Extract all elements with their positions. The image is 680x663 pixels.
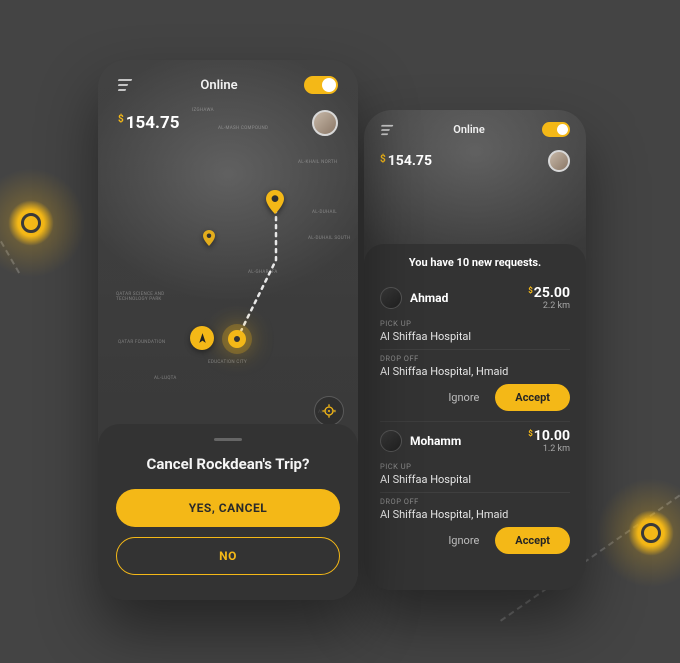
ignore-button[interactable]: Ignore — [448, 534, 479, 547]
decorative-orb — [8, 200, 54, 246]
pickup-label: PICK UP — [380, 319, 570, 328]
request-price: $ 25.00 — [528, 285, 570, 301]
online-status: Online — [453, 123, 485, 136]
request-distance: 1.2 km — [528, 444, 570, 454]
balance-amount: $ 154.75 — [380, 153, 432, 169]
price-value: 10.00 — [534, 428, 570, 444]
accept-button[interactable]: Accept — [495, 527, 570, 554]
cancel-sheet: Cancel Rockdean's Trip? YES, CANCEL NO — [98, 424, 358, 600]
dropoff-label: DROP OFF — [380, 354, 570, 363]
pickup-value: Al Shiffaa Hospital — [380, 330, 570, 343]
requester-avatar — [380, 287, 402, 309]
requester-avatar — [380, 430, 402, 452]
phone-cancel-trip: Online $ 154.75 IZGHAWA AL‑MASH COMPOUND… — [98, 60, 358, 600]
phone-requests: Online $ 154.75 You have 10 new requests… — [364, 110, 586, 590]
decorative-orb — [628, 510, 674, 556]
request-price: $ 10.00 — [528, 428, 570, 444]
requests-title: You have 10 new requests. — [380, 256, 570, 269]
top-bar: Online — [364, 122, 586, 137]
no-button[interactable]: NO — [116, 537, 340, 575]
accept-button[interactable]: Accept — [495, 384, 570, 411]
requester-name: Ahmad — [410, 291, 448, 305]
request-card: Mohamm $ 10.00 1.2 km PICK UP Al Shiffaa… — [380, 422, 570, 564]
avatar[interactable] — [548, 150, 570, 172]
dropoff-value: Al Shiffaa Hospital, Hmaid — [380, 508, 570, 521]
yes-cancel-button[interactable]: YES, CANCEL — [116, 489, 340, 527]
divider — [380, 349, 570, 350]
divider — [380, 492, 570, 493]
map-view[interactable]: Online $ 154.75 — [364, 110, 586, 250]
currency-symbol: $ — [528, 286, 533, 295]
route-path — [98, 60, 358, 440]
balance-row: $ 154.75 — [364, 150, 586, 172]
requester-name: Mohamm — [410, 434, 461, 448]
balance-value: 154.75 — [388, 153, 432, 169]
online-toggle[interactable] — [542, 122, 570, 137]
requests-panel: You have 10 new requests. Ahmad $ 25.00 … — [364, 244, 586, 590]
request-distance: 2.2 km — [528, 301, 570, 311]
request-card: Ahmad $ 25.00 2.2 km PICK UP Al Shiffaa … — [380, 279, 570, 422]
cancel-sheet-title: Cancel Rockdean's Trip? — [116, 455, 340, 473]
ignore-button[interactable]: Ignore — [448, 391, 479, 404]
menu-icon[interactable] — [381, 124, 395, 134]
map-view[interactable]: Online $ 154.75 IZGHAWA AL‑MASH COMPOUND… — [98, 60, 358, 440]
currency-symbol: $ — [380, 154, 386, 165]
driver-marker-icon — [190, 326, 214, 350]
waypoint-pin-icon — [203, 230, 215, 246]
destination-pin-icon — [266, 190, 284, 214]
locate-me-button[interactable] — [314, 396, 344, 426]
pickup-value: Al Shiffaa Hospital — [380, 473, 570, 486]
origin-marker-icon — [228, 330, 246, 348]
price-value: 25.00 — [534, 285, 570, 301]
currency-symbol: $ — [528, 429, 533, 438]
pickup-label: PICK UP — [380, 462, 570, 471]
dropoff-label: DROP OFF — [380, 497, 570, 506]
dropoff-value: Al Shiffaa Hospital, Hmaid — [380, 365, 570, 378]
sheet-handle[interactable] — [214, 438, 242, 441]
